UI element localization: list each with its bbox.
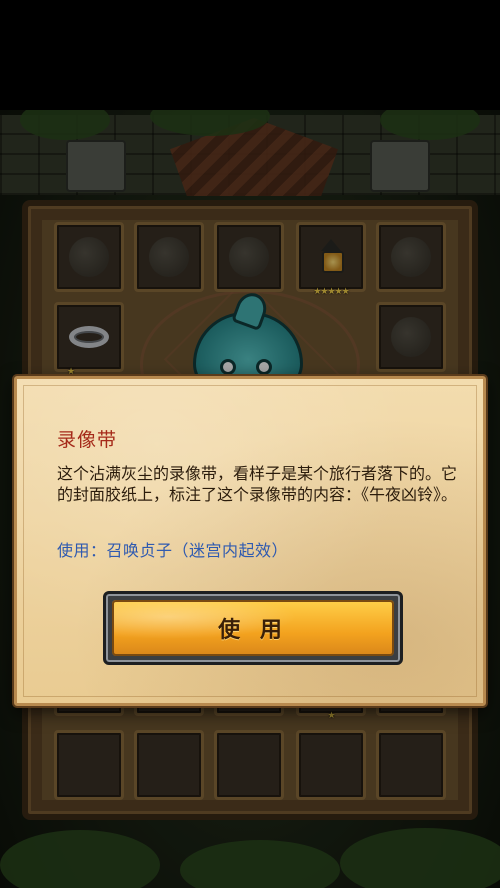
use-button-face[interactable]: 使 用 — [112, 600, 394, 656]
item-usage-effect: 使用：召唤贞子（迷宫内起效） — [57, 541, 289, 560]
item-detail-dialog: 录像带 这个沾满灰尘的录像带，看样子是某个旅行者落下的。它的封面胶纸上，标注了这… — [14, 376, 486, 706]
use-button-label: 使 用 — [218, 618, 288, 643]
use-button[interactable]: 使 用 — [103, 591, 403, 665]
item-description: 这个沾满灰尘的录像带，看样子是某个旅行者落下的。它的封面胶纸上，标注了这个录像带… — [57, 464, 458, 504]
item-name: 录像带 — [57, 429, 118, 451]
